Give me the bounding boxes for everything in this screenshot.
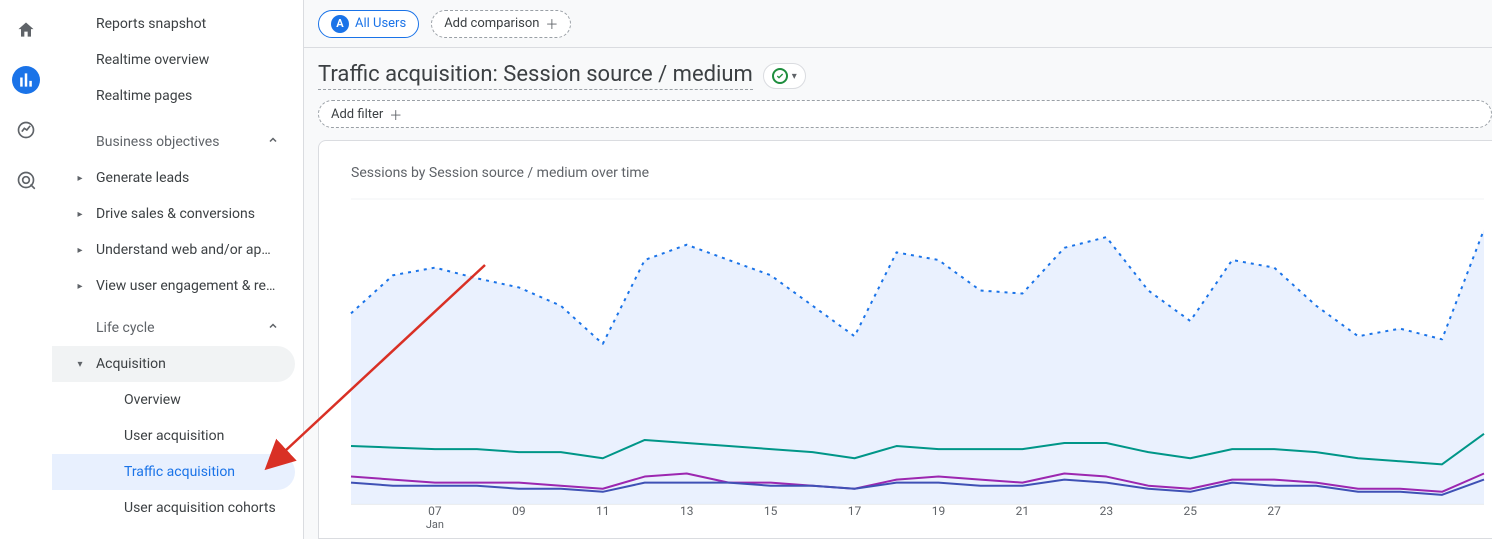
nav-label: Realtime pages (96, 88, 192, 104)
x-tick-label: 25 (1184, 504, 1198, 518)
nav-label: Overview (124, 392, 181, 408)
reports-icon[interactable] (12, 66, 40, 94)
audience-badge-icon: A (331, 15, 349, 33)
advertising-icon[interactable] (12, 166, 40, 194)
caret-right-icon: ▸ (72, 245, 88, 256)
check-circle-icon (772, 68, 788, 84)
title-row: Traffic acquisition: Session source / me… (304, 48, 1492, 100)
filter-row: Add filter ＋ (304, 100, 1492, 140)
nav-understand-web[interactable]: ▸ Understand web and/or app t… (52, 232, 295, 268)
x-tick-label: 11 (596, 504, 610, 518)
chevron-up-icon (267, 320, 279, 336)
nav-view-engagement[interactable]: ▸ View user engagement & rete… (52, 268, 295, 304)
x-tick-label: 23 (1100, 504, 1114, 518)
caret-right-icon: ▸ (72, 209, 88, 220)
nav-label: Life cycle (96, 320, 155, 336)
chip-add-comparison[interactable]: Add comparison ＋ (431, 10, 571, 38)
nav-generate-leads[interactable]: ▸ Generate leads (52, 160, 295, 196)
chip-label: All Users (355, 16, 406, 31)
nav-heading-lifecycle[interactable]: Life cycle (52, 310, 295, 346)
caret-right-icon: ▸ (72, 281, 88, 292)
nav-label: User acquisition (124, 428, 224, 444)
nav-label: Business objectives (96, 134, 219, 150)
icon-rail (0, 0, 52, 539)
nav-acquisition[interactable]: ▾ Acquisition (52, 346, 295, 382)
chart-area[interactable]: 07Jan 09 11 13 15 17 19 21 23 25 27 (319, 181, 1492, 538)
nav-label: Drive sales & conversions (96, 206, 255, 222)
caret-right-icon: ▸ (72, 173, 88, 184)
x-tick-label: 07Jan (426, 504, 444, 531)
chip-label: Add filter (331, 107, 383, 122)
nav-realtime-overview[interactable]: Realtime overview (52, 42, 295, 78)
x-tick-label: 27 (1267, 504, 1281, 518)
nav-user-acq-cohorts[interactable]: User acquisition cohorts (52, 490, 295, 526)
chip-label: Add comparison (444, 16, 539, 31)
x-tick-label: 13 (680, 504, 694, 518)
plus-icon: ＋ (545, 14, 558, 33)
main-content: A All Users Add comparison ＋ Traffic acq… (304, 0, 1492, 539)
nav-label: Acquisition (96, 356, 166, 372)
caret-down-icon: ▾ (72, 359, 88, 370)
x-tick-label: 17 (848, 504, 862, 518)
chip-add-filter[interactable]: Add filter ＋ (318, 100, 1492, 128)
nav-label: Traffic acquisition (124, 464, 235, 480)
comparison-toolbar: A All Users Add comparison ＋ (304, 0, 1492, 48)
nav-label: View user engagement & rete… (96, 278, 276, 294)
nav-user-acquisition[interactable]: User acquisition (52, 418, 295, 454)
page-title[interactable]: Traffic acquisition: Session source / me… (318, 62, 753, 90)
nav-label: Generate leads (96, 170, 189, 186)
nav-drive-sales[interactable]: ▸ Drive sales & conversions (52, 196, 295, 232)
nav-reports-snapshot[interactable]: Reports snapshot (52, 6, 295, 42)
plus-icon: ＋ (389, 105, 402, 124)
status-pill[interactable]: ▾ (763, 63, 806, 89)
nav-acq-overview[interactable]: Overview (52, 382, 295, 418)
chart-title: Sessions by Session source / medium over… (319, 141, 1492, 181)
nav-realtime-pages[interactable]: Realtime pages (52, 78, 295, 114)
x-tick-label: 21 (1016, 504, 1030, 518)
nav-label: Reports snapshot (96, 16, 206, 32)
chevron-up-icon (267, 134, 279, 150)
x-tick-label: 15 (764, 504, 778, 518)
side-nav: Reports snapshot Realtime overview Realt… (52, 0, 304, 539)
explore-icon[interactable] (12, 116, 40, 144)
x-tick-label: 19 (932, 504, 946, 518)
caret-down-icon: ▾ (792, 71, 797, 82)
nav-label: Realtime overview (96, 52, 209, 68)
nav-label: Understand web and/or app t… (96, 242, 276, 258)
chip-all-users[interactable]: A All Users (318, 10, 419, 38)
nav-heading-business[interactable]: Business objectives (52, 124, 295, 160)
x-tick-label: 09 (512, 504, 526, 518)
nav-label: User acquisition cohorts (124, 500, 276, 516)
nav-traffic-acquisition[interactable]: Traffic acquisition (52, 454, 295, 490)
chart-card: Sessions by Session source / medium over… (318, 140, 1492, 539)
home-icon[interactable] (12, 16, 40, 44)
